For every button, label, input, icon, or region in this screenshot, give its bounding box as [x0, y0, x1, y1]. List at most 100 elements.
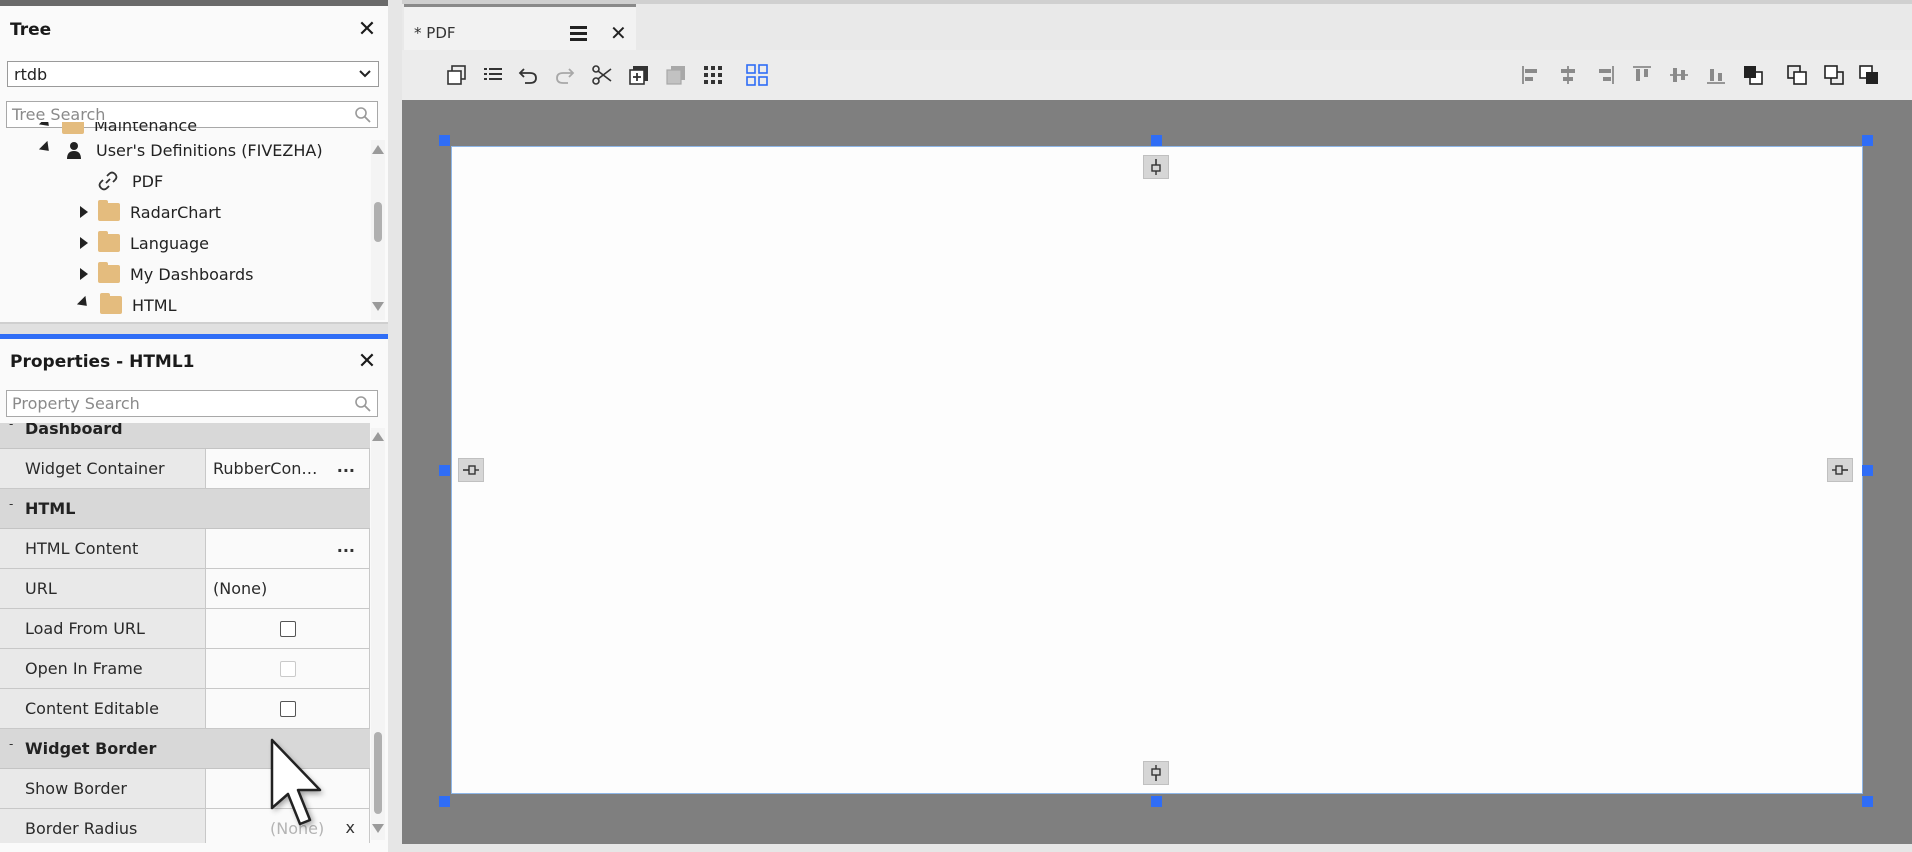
tree-item-language[interactable]: Language — [80, 228, 209, 258]
editor-toolbar — [402, 50, 1912, 100]
collapsed-arrow-icon[interactable] — [80, 268, 88, 280]
group-icon[interactable] — [1784, 62, 1810, 88]
scroll-up-icon[interactable] — [372, 145, 384, 154]
expand-arrow-icon[interactable] — [38, 122, 54, 131]
properties-scroll-thumb[interactable] — [374, 732, 382, 814]
prop-url: URL (None) — [0, 569, 370, 609]
folder-icon — [98, 262, 120, 283]
left-dock: Tree ✕ rtdb Tree Search Maintenance User… — [0, 0, 388, 852]
prop-value-widget-container[interactable]: RubberCon… ... — [206, 449, 370, 489]
status-strip — [402, 844, 1912, 852]
align-left-icon[interactable] — [1518, 62, 1544, 88]
resize-handle-top-right[interactable] — [1862, 135, 1873, 146]
section-html[interactable]: - HTML — [0, 489, 370, 529]
prop-content-editable: Content Editable — [0, 689, 370, 729]
tree-list: Maintenance User's Definitions (FIVEZHA)… — [0, 122, 370, 322]
scroll-down-icon[interactable] — [372, 302, 384, 311]
resize-handle-bottom[interactable] — [1151, 796, 1162, 807]
tab-close-icon[interactable]: ✕ — [610, 21, 627, 45]
tree-panel-title: Tree — [10, 20, 52, 40]
resize-handle-left[interactable] — [439, 465, 450, 476]
tree-item-label: Language — [130, 233, 209, 253]
collapsed-arrow-icon[interactable] — [80, 206, 88, 218]
layers-icon[interactable] — [663, 62, 689, 88]
properties-scrollbar[interactable] — [371, 428, 385, 840]
clear-value-button[interactable]: x — [346, 818, 355, 837]
tree-item-my-dashboards[interactable]: My Dashboards — [80, 259, 254, 289]
prop-name: Load From URL — [0, 609, 206, 649]
ungroup-icon[interactable] — [1821, 62, 1847, 88]
align-middle-icon[interactable] — [1666, 62, 1692, 88]
html1-widget[interactable] — [451, 146, 1863, 794]
align-bottom-icon[interactable] — [1703, 62, 1729, 88]
tree-item-html[interactable]: HTML — [76, 290, 177, 320]
prop-html-content: HTML Content ... — [0, 529, 370, 569]
resize-handle-bottom-left[interactable] — [439, 796, 450, 807]
add-widget-icon[interactable] — [626, 62, 652, 88]
align-top-icon[interactable] — [1629, 62, 1655, 88]
align-right-icon[interactable] — [1592, 62, 1618, 88]
cut-icon[interactable] — [589, 62, 615, 88]
tree-item-radarchart[interactable]: RadarChart — [80, 197, 221, 227]
prop-name: HTML Content — [0, 529, 206, 569]
tab-pdf[interactable]: * PDF ✕ — [404, 4, 636, 50]
tree-close-icon[interactable]: ✕ — [356, 19, 378, 41]
properties-close-icon[interactable]: ✕ — [356, 351, 378, 373]
tree-item-user-definitions[interactable]: User's Definitions (FIVEZHA) — [38, 135, 323, 165]
tree-item-label: Maintenance — [94, 122, 198, 135]
expand-arrow-icon[interactable] — [38, 140, 54, 156]
resize-handle-bottom-right[interactable] — [1862, 796, 1873, 807]
open-in-frame-checkbox — [280, 661, 296, 677]
resize-handle-right[interactable] — [1862, 465, 1873, 476]
properties-panel-header: Properties - HTML1 ✕ — [0, 340, 388, 384]
dock-splitter[interactable] — [388, 0, 402, 852]
scroll-down-icon[interactable] — [372, 824, 384, 833]
prop-value-html-content[interactable]: ... — [206, 529, 370, 569]
prop-value-open-in-frame — [206, 649, 370, 689]
prop-name: Content Editable — [0, 689, 206, 729]
resize-handle-top[interactable] — [1151, 135, 1162, 146]
grid-dots-icon[interactable] — [700, 62, 726, 88]
tree-scroll-thumb[interactable] — [374, 202, 382, 242]
hamburger-menu-icon[interactable] — [570, 26, 587, 44]
resize-handle-top-left[interactable] — [439, 135, 450, 146]
align-center-icon[interactable] — [1555, 62, 1581, 88]
ellipsis-button[interactable]: ... — [337, 457, 355, 476]
redo-icon[interactable] — [552, 62, 578, 88]
collapse-dash-icon[interactable]: - — [9, 423, 13, 431]
section-widget-border[interactable]: - Widget Border — [0, 729, 370, 769]
folder-icon — [98, 200, 120, 221]
ellipsis-button[interactable]: ... — [337, 537, 355, 556]
section-label: HTML — [25, 499, 76, 518]
prop-value-show-border[interactable] — [206, 769, 370, 809]
collapsed-arrow-icon[interactable] — [80, 237, 88, 249]
scroll-up-icon[interactable] — [372, 432, 384, 441]
undo-icon[interactable] — [515, 62, 541, 88]
section-dashboard[interactable]: - Dashboard — [0, 423, 370, 449]
anchor-pin-right-icon[interactable] — [1827, 458, 1853, 482]
anchor-pin-bottom-icon[interactable] — [1143, 761, 1169, 785]
snap-grid-icon[interactable] — [744, 62, 770, 88]
property-search-input[interactable]: Property Search — [6, 390, 378, 417]
prop-value-border-radius[interactable]: (None) x — [206, 809, 370, 843]
prop-open-in-frame: Open In Frame — [0, 649, 370, 689]
tree-item-label: HTML — [132, 295, 177, 315]
collapse-dash-icon[interactable]: - — [9, 737, 13, 751]
tree-scrollbar[interactable] — [371, 140, 385, 320]
editor-tab-strip: * PDF ✕ — [402, 0, 1912, 50]
expand-arrow-icon[interactable] — [76, 295, 92, 311]
prop-name: Border Radius — [0, 809, 206, 843]
collapse-dash-icon[interactable]: - — [9, 497, 13, 511]
content-editable-checkbox[interactable] — [280, 701, 296, 717]
copy-format-icon[interactable] — [444, 62, 470, 88]
anchor-pin-top-icon[interactable] — [1143, 155, 1169, 179]
bring-front-icon[interactable] — [1740, 62, 1766, 88]
tree-item-pdf[interactable]: PDF — [98, 166, 163, 196]
anchor-pin-left-icon[interactable] — [458, 458, 484, 482]
prop-value-url[interactable]: (None) — [206, 569, 370, 609]
section-label: Dashboard — [25, 423, 123, 438]
list-icon[interactable] — [480, 62, 506, 88]
send-back-icon[interactable] — [1856, 62, 1882, 88]
tree-datasource-select[interactable]: rtdb — [7, 61, 379, 87]
load-from-url-checkbox[interactable] — [280, 621, 296, 637]
